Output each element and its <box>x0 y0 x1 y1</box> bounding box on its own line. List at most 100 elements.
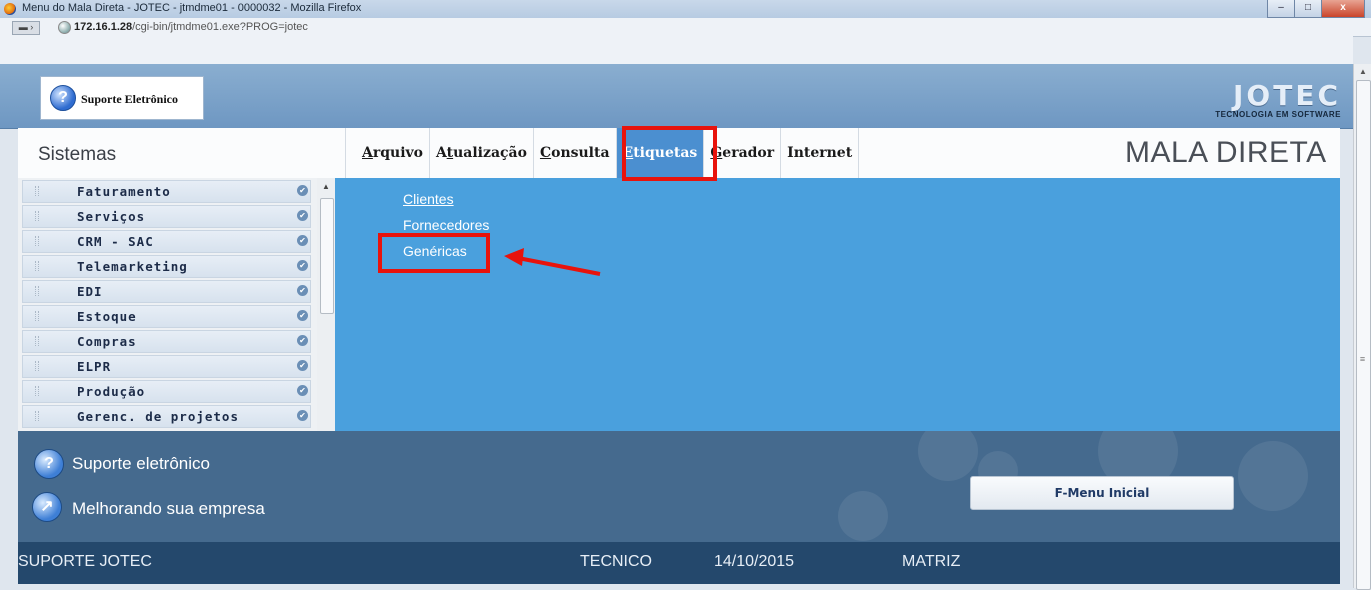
support-logo-box[interactable]: ? Suporte Eletrônico <box>40 76 204 120</box>
sidebar-item-crm-sac[interactable]: CRM - SAC ✔ <box>22 230 311 253</box>
url-path: /cgi-bin/jtmdme01.exe?PROG=jotec <box>132 21 308 33</box>
status-bar: SUPORTE JOTEC TECNICO 14/10/2015 MATRIZ <box>18 542 1340 584</box>
help-icon: ? <box>50 85 76 111</box>
sidebar-item-label: ELPR <box>77 359 112 374</box>
red-arrow-icon <box>504 248 601 276</box>
menu-atualizacao-pre: A <box>436 145 447 161</box>
check-circle-icon: ✔ <box>297 385 308 396</box>
menu-consulta-accel: C <box>539 145 552 161</box>
menu-consulta[interactable]: Consulta <box>534 128 617 178</box>
sidebar-item-elpr[interactable]: ELPR ✔ <box>22 355 311 378</box>
menu-atualizacao[interactable]: Atualização <box>430 128 534 178</box>
status-user: TECNICO <box>580 553 652 570</box>
status-date: 14/10/2015 <box>714 553 795 570</box>
sidebar-item-label: Telemarketing <box>77 259 188 274</box>
sidebar-item-label: Compras <box>77 334 137 349</box>
drag-handle-icon <box>35 311 39 321</box>
window-controls: – □ x <box>1267 0 1365 18</box>
firefox-icon <box>4 3 16 15</box>
menu-atualizacao-rest: ualização <box>453 145 527 161</box>
header-spacer <box>0 36 1353 64</box>
jotec-logo: JOTEC TECNOLOGIA EM SOFTWARE <box>1183 82 1341 124</box>
sidebar-item-producao[interactable]: Produção ✔ <box>22 380 311 403</box>
sidebar-item-label: Serviços <box>77 209 146 224</box>
drag-handle-icon <box>35 336 39 346</box>
minimize-button[interactable]: – <box>1267 0 1295 18</box>
sidebar-item-estoque[interactable]: Estoque ✔ <box>22 305 311 328</box>
menu-gerador-rest: erador <box>722 145 775 161</box>
module-title: MALA DIRETA <box>1125 136 1327 169</box>
logo-name: JOTEC <box>1233 79 1341 112</box>
dropdown-item-label: Clientes <box>403 191 454 207</box>
window-titlebar: Menu do Mala Direta - JOTEC - jtmdme01 -… <box>0 0 1371 19</box>
drag-handle-icon <box>35 361 39 371</box>
logo-tagline: TECNOLOGIA EM SOFTWARE <box>1215 110 1341 119</box>
check-circle-icon: ✔ <box>297 210 308 221</box>
help-icon: ? <box>34 449 64 479</box>
check-circle-icon: ✔ <box>297 185 308 196</box>
sidebar-scroll-thumb[interactable] <box>320 198 334 314</box>
footer-improve-text: Melhorando sua empresa <box>72 499 265 518</box>
check-circle-icon: ✔ <box>297 235 308 246</box>
sidebar-item-label: Produção <box>77 384 146 399</box>
menu-separator <box>345 128 346 178</box>
menu-internet[interactable]: Internet <box>781 128 860 178</box>
sidebar-item-faturamento[interactable]: Faturamento ✔ <box>22 180 311 203</box>
sidebar-item-gerenc-projetos[interactable]: Gerenc. de projetos ✔ <box>22 405 311 428</box>
sidebar-item-label: Faturamento <box>77 184 171 199</box>
f-menu-inicial-button[interactable]: F-Menu Inicial <box>970 476 1234 510</box>
drag-handle-icon <box>35 186 39 196</box>
scroll-grip-icon: ≡ <box>1359 354 1366 364</box>
close-button[interactable]: x <box>1321 0 1365 18</box>
sidebar-title: Sistemas <box>38 144 117 165</box>
check-circle-icon: ✔ <box>297 360 308 371</box>
menu-arquivo-accel: A <box>362 145 373 161</box>
maximize-button[interactable]: □ <box>1294 0 1322 18</box>
sidebar-item-edi[interactable]: EDI ✔ <box>22 280 311 303</box>
scroll-thumb[interactable] <box>1356 80 1371 590</box>
url-text[interactable]: 172.16.1.28/cgi-bin/jtmdme01.exe?PROG=jo… <box>74 21 308 33</box>
sidebar-item-label: CRM - SAC <box>77 234 154 249</box>
check-circle-icon: ✔ <box>297 410 308 421</box>
dropdown-item-clientes[interactable]: Clientes <box>403 188 489 214</box>
globe-icon <box>58 21 71 34</box>
status-left: SUPORTE JOTEC <box>18 553 152 570</box>
sidebar-item-label: EDI <box>77 284 103 299</box>
status-branch: MATRIZ <box>902 553 961 570</box>
url-host: 172.16.1.28 <box>74 21 133 33</box>
drag-handle-icon <box>35 286 39 296</box>
support-label: Suporte Eletrônico <box>81 92 178 106</box>
page-menu-icon[interactable]: ▬ › <box>12 21 40 35</box>
footer-support-text: Suporte eletrônico <box>72 454 210 473</box>
menu-arquivo-rest: rquivo <box>372 145 424 161</box>
menu-consulta-rest: onsulta <box>551 145 610 161</box>
scroll-up-icon[interactable]: ▲ <box>317 182 335 191</box>
bokeh-decoration <box>918 431 978 481</box>
sidebar: Faturamento ✔ Serviços ✔ CRM - SAC ✔ Telema… <box>18 178 317 431</box>
sidebar-item-label: Estoque <box>77 309 137 324</box>
drag-handle-icon <box>35 411 39 421</box>
sidebar-item-telemarketing[interactable]: Telemarketing ✔ <box>22 255 311 278</box>
highlight-box-genericas <box>378 233 490 273</box>
check-circle-icon: ✔ <box>297 285 308 296</box>
menu-items: Arquivo Atualização Consulta Etiquetas G… <box>356 128 860 178</box>
address-bar[interactable]: ▬ › 172.16.1.28/cgi-bin/jtmdme01.exe?PRO… <box>0 18 1371 37</box>
check-circle-icon: ✔ <box>297 335 308 346</box>
check-circle-icon: ✔ <box>297 310 308 321</box>
drag-handle-icon <box>35 386 39 396</box>
drag-handle-icon <box>35 236 39 246</box>
scroll-up-icon[interactable]: ▲ <box>1354 64 1371 80</box>
drag-handle-icon <box>35 261 39 271</box>
growth-chart-icon: ↗ <box>32 492 62 522</box>
drag-handle-icon <box>35 211 39 221</box>
window-title: Menu do Mala Direta - JOTEC - jtmdme01 -… <box>22 2 362 14</box>
page-scrollbar[interactable]: ▲ ≡ <box>1353 64 1371 590</box>
menu-arquivo[interactable]: Arquivo <box>356 128 431 178</box>
check-circle-icon: ✔ <box>297 260 308 271</box>
highlight-box-etiquetas <box>622 126 717 181</box>
sidebar-item-servicos[interactable]: Serviços ✔ <box>22 205 311 228</box>
sidebar-scrollbar[interactable]: ▲ <box>317 178 335 431</box>
bokeh-decoration <box>1238 441 1308 511</box>
sidebar-item-label: Gerenc. de projetos <box>77 409 239 424</box>
sidebar-item-compras[interactable]: Compras ✔ <box>22 330 311 353</box>
